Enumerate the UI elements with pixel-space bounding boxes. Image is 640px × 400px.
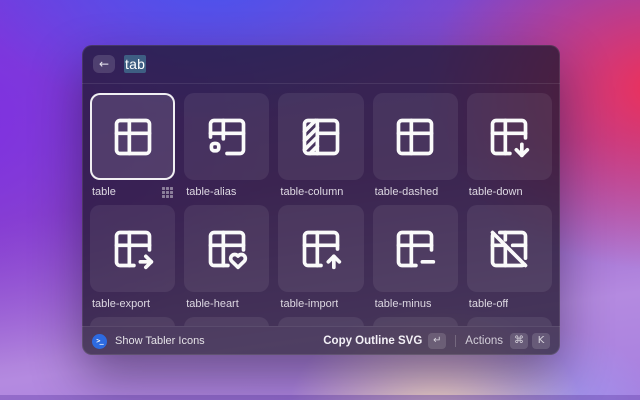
enter-keycap: ↵: [428, 333, 446, 349]
icon-tile-table-minus[interactable]: [373, 205, 458, 292]
icon-tile-table[interactable]: [90, 93, 175, 180]
icon-label-row: table-export: [92, 297, 173, 311]
actions-button[interactable]: Actions ⌘ K: [465, 333, 550, 349]
table-down-icon: [487, 115, 531, 159]
grid-cell-table: table: [90, 93, 175, 199]
search-query-text: tab: [124, 55, 146, 73]
icon-tile-table-export[interactable]: [90, 205, 175, 292]
icon-tile-table-column[interactable]: [278, 93, 363, 180]
grid-cell-table-off: table-off: [467, 205, 552, 311]
icon-name-label: table-export: [92, 298, 150, 310]
icon-label-row: table-import: [280, 297, 361, 311]
icon-label-row: table-down: [469, 185, 550, 199]
icon-tile-partial[interactable]: [278, 317, 363, 326]
icon-tile-partial[interactable]: [90, 317, 175, 326]
table-icon: [111, 115, 155, 159]
icon-name-label: table-column: [280, 186, 343, 198]
actions-label: Actions: [465, 335, 503, 347]
table-import-icon: [299, 227, 343, 271]
grid-cell-table-export: table-export: [90, 205, 175, 311]
icon-name-label: table-off: [469, 298, 509, 310]
grid-cell-partial: [90, 317, 175, 326]
back-button[interactable]: ←: [93, 55, 115, 73]
icon-grid: table table-alias table-column table-dashed…: [90, 93, 552, 326]
icon-name-label: table-dashed: [375, 186, 439, 198]
search-bar: ← tab: [82, 45, 560, 84]
raycast-window: ← tab table table-alias table-column table-…: [82, 45, 560, 355]
icon-tile-table-alias[interactable]: [184, 93, 269, 180]
icon-name-label: table-heart: [186, 298, 239, 310]
icon-label-row: table-column: [280, 185, 361, 199]
icon-name-label: table-alias: [186, 186, 236, 198]
icon-name-label: table-minus: [375, 298, 432, 310]
tabler-logo-icon: >_: [92, 334, 107, 349]
status-bar: >_ Show Tabler Icons Copy Outline SVG ↵ …: [82, 326, 560, 355]
icon-tile-partial[interactable]: [373, 317, 458, 326]
icon-tile-table-dashed[interactable]: [373, 93, 458, 180]
grid-cell-table-down: table-down: [467, 93, 552, 199]
table-dashed-icon: [393, 115, 437, 159]
grid-cell-partial: [373, 317, 458, 326]
table-alias-icon: [205, 115, 249, 159]
icon-label-row: table-heart: [186, 297, 267, 311]
grid-cell-partial: [467, 317, 552, 326]
back-arrow-icon: ←: [99, 58, 109, 70]
grid-cell-partial: [278, 317, 363, 326]
icon-tile-table-heart[interactable]: [184, 205, 269, 292]
footer-divider: [455, 335, 456, 347]
grid-cell-table-dashed: table-dashed: [373, 93, 458, 199]
icon-name-label: table-down: [469, 186, 523, 198]
footer-app-label: Show Tabler Icons: [115, 335, 205, 347]
grid-cell-table-alias: table-alias: [184, 93, 269, 199]
icon-tile-table-off[interactable]: [467, 205, 552, 292]
table-column-icon: [299, 115, 343, 159]
icon-tile-table-import[interactable]: [278, 205, 363, 292]
k-keycap: K: [532, 333, 550, 349]
icon-tile-partial[interactable]: [184, 317, 269, 326]
icon-label-row: table-off: [469, 297, 550, 311]
grid-cell-table-minus: table-minus: [373, 205, 458, 311]
table-heart-icon: [205, 227, 249, 271]
icon-tile-partial[interactable]: [467, 317, 552, 326]
table-export-icon: [111, 227, 155, 271]
grid-indicator-icon: [162, 187, 173, 198]
footer-app[interactable]: >_ Show Tabler Icons: [92, 334, 205, 349]
table-minus-icon: [393, 227, 437, 271]
primary-action-label: Copy Outline SVG: [323, 335, 422, 347]
grid-cell-table-import: table-import: [278, 205, 363, 311]
icon-name-label: table-import: [280, 298, 338, 310]
results-area: table table-alias table-column table-dashed…: [82, 84, 560, 326]
search-input[interactable]: tab: [124, 56, 146, 72]
icon-label-row: table-minus: [375, 297, 456, 311]
grid-cell-partial: [184, 317, 269, 326]
icon-name-label: table: [92, 186, 116, 198]
grid-cell-table-column: table-column: [278, 93, 363, 199]
icon-tile-table-down[interactable]: [467, 93, 552, 180]
icon-label-row: table: [92, 185, 173, 199]
grid-cell-table-heart: table-heart: [184, 205, 269, 311]
cmd-keycap: ⌘: [510, 333, 528, 349]
icon-label-row: table-dashed: [375, 185, 456, 199]
table-off-icon: [487, 227, 531, 271]
copy-outline-svg-action[interactable]: Copy Outline SVG ↵: [323, 333, 446, 349]
icon-label-row: table-alias: [186, 185, 267, 199]
